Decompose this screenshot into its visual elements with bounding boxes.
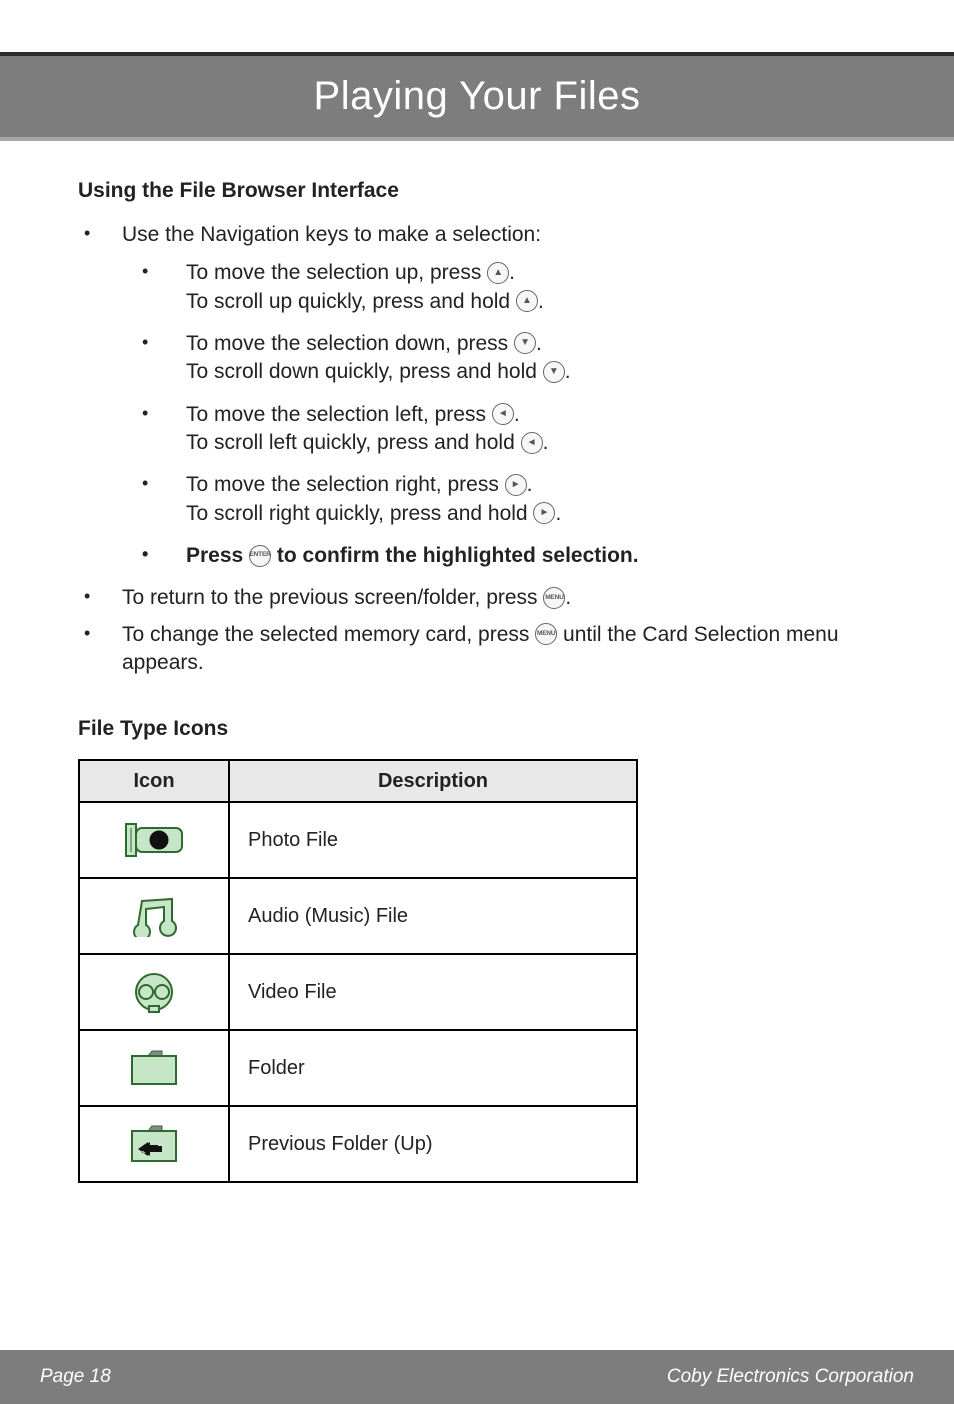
text: To move the selection left, press xyxy=(186,403,492,426)
right-arrow-icon: ► xyxy=(533,502,555,524)
text: . xyxy=(543,431,549,454)
menu-button-icon: MENU xyxy=(543,587,565,609)
section-heading-icons: File Type Icons xyxy=(78,717,876,741)
cell-desc: Audio (Music) File xyxy=(229,878,637,954)
footer-page: Page 18 xyxy=(40,1366,111,1388)
col-desc: Description xyxy=(229,760,637,802)
down-arrow-icon: ▼ xyxy=(543,361,565,383)
col-icon: Icon xyxy=(79,760,229,802)
text: . xyxy=(509,261,515,284)
text: To change the selected memory card, pres… xyxy=(122,623,535,646)
text: To move the selection up, press xyxy=(186,261,487,284)
page-title: Playing Your Files xyxy=(314,74,641,119)
list-item: To move the selection down, press ▼. To … xyxy=(122,330,876,387)
list-item-confirm: Press ENTER to confirm the highlighted s… xyxy=(122,542,876,570)
text: . xyxy=(536,332,542,355)
page: Playing Your Files Using the File Browse… xyxy=(0,52,954,1404)
list-item: To move the selection right, press ►. To… xyxy=(122,471,876,528)
cell-desc: Video File xyxy=(229,954,637,1030)
enter-button-icon: ENTER xyxy=(249,545,271,567)
nav-intro: Use the Navigation keys to make a select… xyxy=(122,223,541,246)
text: To move the selection down, press xyxy=(186,332,514,355)
table-row: Video File xyxy=(79,954,637,1030)
left-arrow-icon: ◄ xyxy=(521,432,543,454)
table-header-row: Icon Description xyxy=(79,760,637,802)
text: . xyxy=(538,290,544,313)
cell-desc: Previous Folder (Up) xyxy=(229,1106,637,1182)
section-heading-browser: Using the File Browser Interface xyxy=(78,179,876,203)
folder-icon xyxy=(79,1030,229,1106)
file-type-table: Icon Description Photo File Audio (Music… xyxy=(78,759,638,1183)
text: . xyxy=(514,403,520,426)
text: To scroll down quickly, press and hold xyxy=(186,360,543,383)
text: To return to the previous screen/folder,… xyxy=(122,586,543,609)
up-arrow-icon: ▲ xyxy=(487,262,509,284)
table-row: Audio (Music) File xyxy=(79,878,637,954)
audio-file-icon xyxy=(79,878,229,954)
table-row: Previous Folder (Up) xyxy=(79,1106,637,1182)
right-arrow-icon: ► xyxy=(505,474,527,496)
cell-desc: Folder xyxy=(229,1030,637,1106)
footer-company: Coby Electronics Corporation xyxy=(667,1366,914,1388)
down-arrow-icon: ▼ xyxy=(514,332,536,354)
video-file-icon xyxy=(79,954,229,1030)
table-row: Folder xyxy=(79,1030,637,1106)
instruction-list: Use the Navigation keys to make a select… xyxy=(78,221,876,677)
text: To scroll up quickly, press and hold xyxy=(186,290,516,313)
list-item: To return to the previous screen/folder,… xyxy=(78,584,876,612)
list-item: To move the selection left, press ◄. To … xyxy=(122,401,876,458)
cell-desc: Photo File xyxy=(229,802,637,878)
footer: Page 18 Coby Electronics Corporation xyxy=(0,1350,954,1404)
text: To move the selection right, press xyxy=(186,473,505,496)
text: to confirm the highlighted selection. xyxy=(271,544,639,567)
left-arrow-icon: ◄ xyxy=(492,403,514,425)
text: Press xyxy=(186,544,249,567)
text: To scroll right quickly, press and hold xyxy=(186,502,533,525)
text: . xyxy=(565,586,571,609)
text: . xyxy=(565,360,571,383)
previous-folder-icon xyxy=(79,1106,229,1182)
photo-file-icon xyxy=(79,802,229,878)
content: Using the File Browser Interface Use the… xyxy=(0,141,954,1183)
up-arrow-icon: ▲ xyxy=(516,290,538,312)
table-row: Photo File xyxy=(79,802,637,878)
list-item: To change the selected memory card, pres… xyxy=(78,621,876,678)
text: . xyxy=(555,502,561,525)
text: . xyxy=(527,473,533,496)
banner: Playing Your Files xyxy=(0,52,954,141)
menu-button-icon: MENU xyxy=(535,623,557,645)
list-item: To move the selection up, press ▲. To sc… xyxy=(122,259,876,316)
list-item: Use the Navigation keys to make a select… xyxy=(78,221,876,570)
nav-sublist: To move the selection up, press ▲. To sc… xyxy=(122,259,876,570)
text: To scroll left quickly, press and hold xyxy=(186,431,521,454)
